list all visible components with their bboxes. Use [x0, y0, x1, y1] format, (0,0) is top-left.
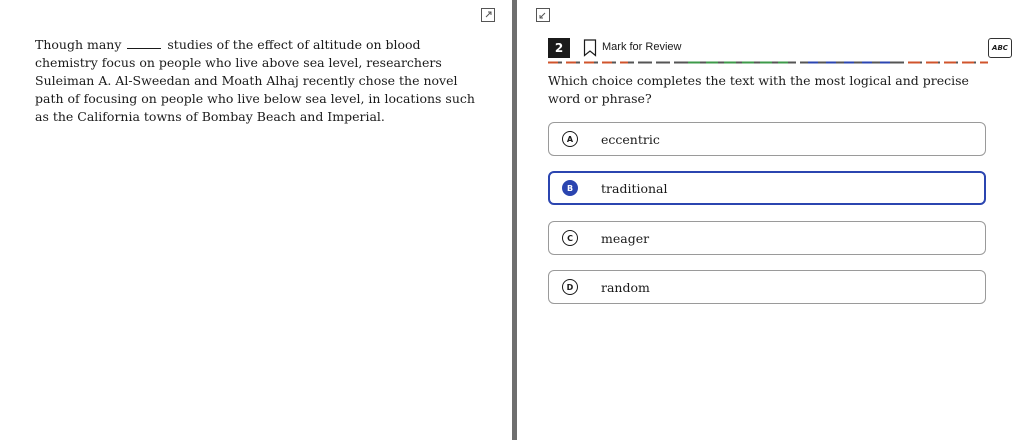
passage-blank — [127, 37, 162, 49]
choice-d[interactable]: D random — [548, 270, 986, 304]
expand-icon[interactable] — [481, 8, 495, 22]
choice-letter-d: D — [562, 279, 578, 295]
question-header: 2 Mark for Review ABC — [548, 38, 1012, 60]
bookmark-icon[interactable] — [583, 39, 597, 57]
choice-text-d: random — [601, 279, 650, 295]
choice-letter-a: A — [562, 131, 578, 147]
choice-letter-c: C — [562, 230, 578, 246]
choice-b[interactable]: B traditional — [548, 171, 986, 205]
question-pane: 2 Mark for Review ABC Which choice compl… — [518, 0, 1024, 440]
abc-eliminator-button[interactable]: ABC — [988, 38, 1012, 58]
question-number: 2 — [548, 38, 570, 58]
choice-text-a: eccentric — [601, 131, 660, 147]
choice-a[interactable]: A eccentric — [548, 122, 986, 156]
passage-text: Though many studies of the effect of alt… — [35, 36, 480, 126]
collapse-icon[interactable] — [536, 8, 550, 22]
pane-divider[interactable] — [512, 0, 517, 440]
choice-text-c: meager — [601, 230, 650, 246]
choice-letter-b: B — [562, 180, 578, 196]
choice-c[interactable]: C meager — [548, 221, 986, 255]
mark-for-review-button[interactable]: Mark for Review — [602, 41, 681, 53]
abc-eliminator-label: ABC — [992, 44, 1008, 52]
passage-text-start: Though many — [35, 37, 122, 52]
dashed-divider — [548, 61, 988, 64]
choice-text-b: traditional — [601, 180, 668, 196]
passage-pane: Though many studies of the effect of alt… — [0, 0, 512, 440]
question-prompt: Which choice completes the text with the… — [548, 73, 969, 106]
